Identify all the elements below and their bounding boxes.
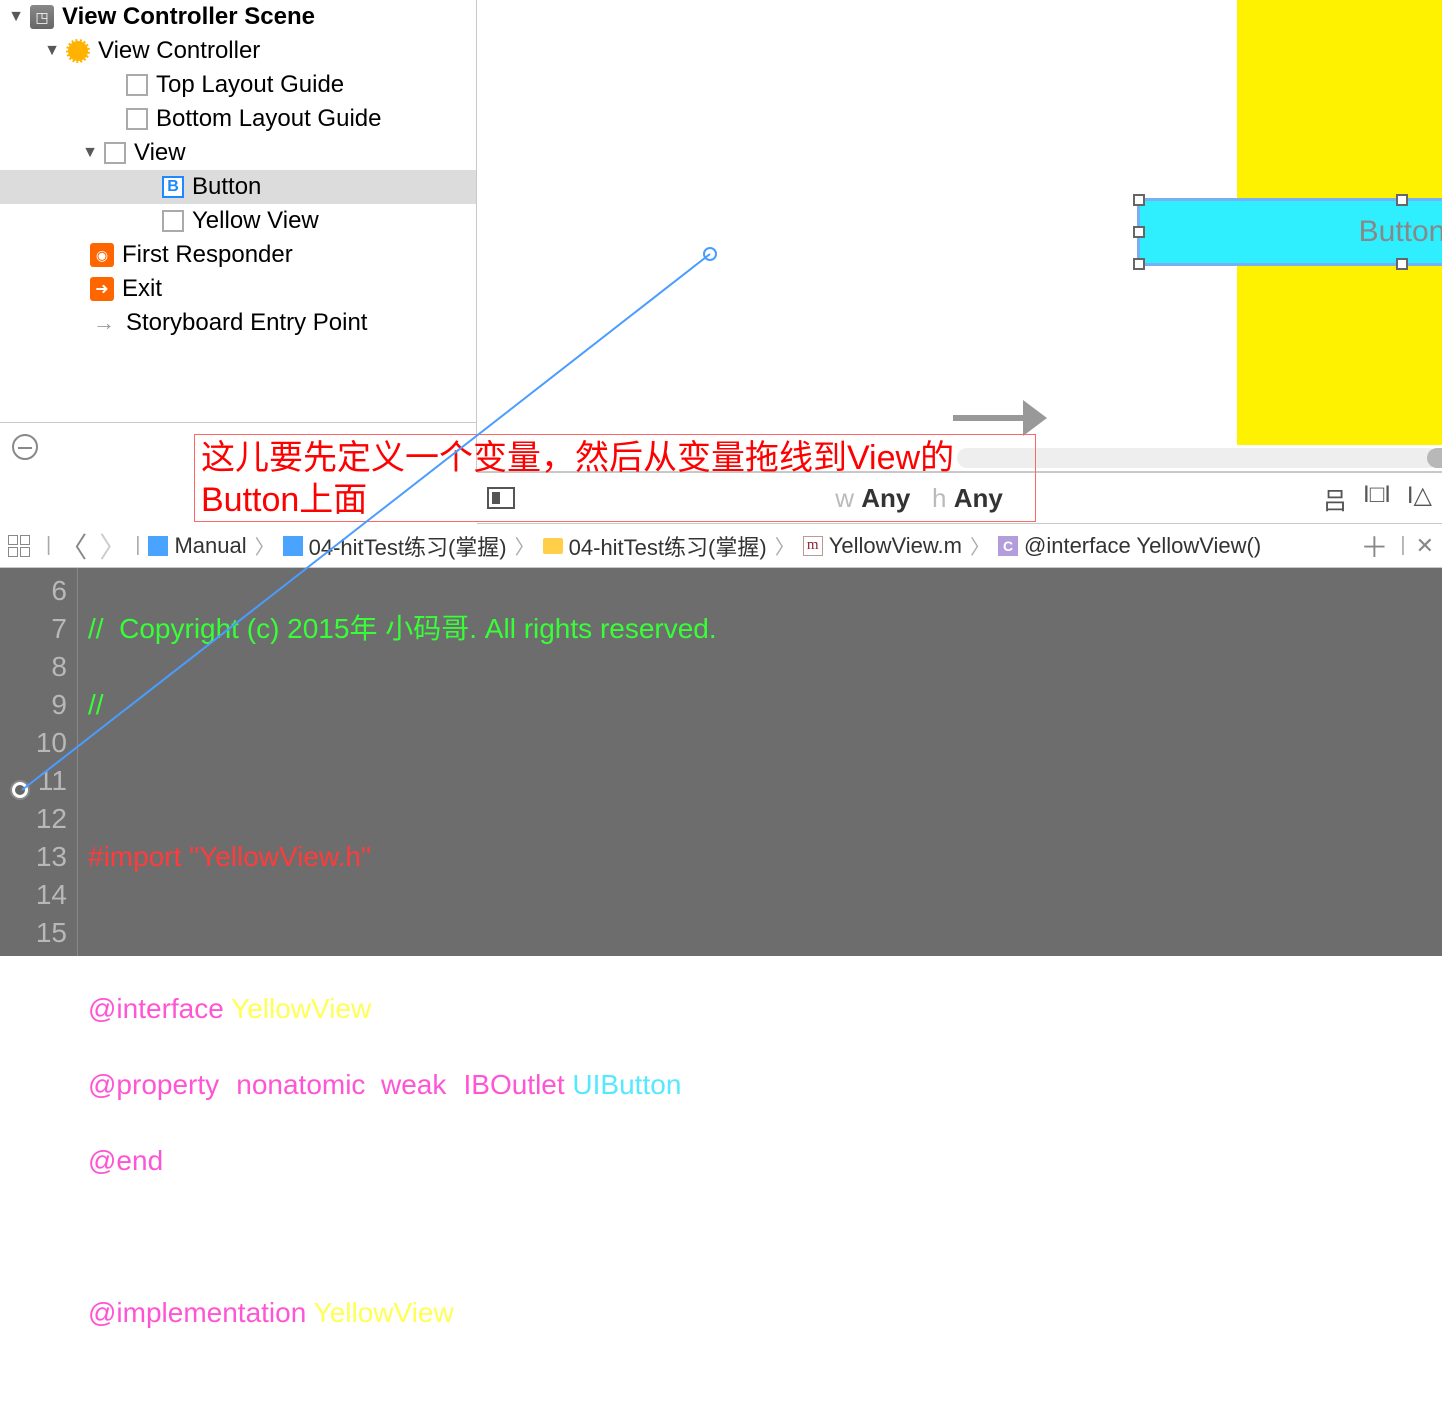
path-folder[interactable]: 04-hitTest练习(掌握) bbox=[537, 530, 773, 562]
interface-builder-canvas[interactable]: Button Button bbox=[477, 0, 1442, 472]
symbol-label: @interface YellowView() bbox=[1024, 533, 1261, 559]
code-body[interactable]: // Copyright (c) 2015年 小码哥. All rights r… bbox=[78, 568, 1442, 956]
bottom-layout-guide-label: Bottom Layout Guide bbox=[156, 105, 381, 133]
viewcontroller-label: View Controller bbox=[98, 37, 260, 65]
yellow-view-label: Yellow View bbox=[192, 207, 319, 235]
yellow-view-row[interactable]: ▼ Yellow View bbox=[0, 204, 476, 238]
first-responder-row[interactable]: ▼ ◉ First Responder bbox=[0, 238, 476, 272]
resize-handle[interactable] bbox=[1133, 194, 1145, 206]
exit-row[interactable]: ▼ ➜ Exit bbox=[0, 272, 476, 306]
document-outline: ▼ ◳ View Controller Scene ▼ View Control… bbox=[0, 0, 477, 470]
layout-guide-icon bbox=[126, 74, 148, 96]
user-annotation: 这儿要先定义一个变量，然后从变量拖线到View的Button上面 bbox=[194, 434, 1036, 522]
canvas-button-label: Button bbox=[1359, 215, 1442, 249]
path-manual[interactable]: Manual bbox=[142, 533, 252, 559]
back-button[interactable]: 〈 bbox=[53, 526, 93, 566]
disclosure-triangle-icon[interactable]: ▼ bbox=[44, 42, 60, 60]
resize-handle[interactable] bbox=[1133, 226, 1145, 238]
view-row[interactable]: ▼ View bbox=[0, 136, 476, 170]
resize-handle[interactable] bbox=[1396, 258, 1408, 270]
path-project[interactable]: 04-hitTest练习(掌握) bbox=[277, 530, 513, 562]
first-responder-label: First Responder bbox=[122, 241, 293, 269]
entry-point-row[interactable]: ▼ → Storyboard Entry Point bbox=[0, 306, 476, 340]
code-editor[interactable]: 678 91011 121314 15 // Copyright (c) 201… bbox=[0, 568, 1442, 956]
entry-arrow-icon bbox=[953, 398, 1053, 438]
viewcontroller-icon bbox=[66, 39, 90, 63]
class-icon: C bbox=[998, 536, 1018, 556]
pin-tool-icon[interactable]: I□I bbox=[1363, 481, 1391, 516]
arrow-icon: → bbox=[90, 309, 118, 337]
close-assistant-button[interactable]: ✕ bbox=[1408, 533, 1442, 559]
project-icon bbox=[283, 536, 303, 556]
top-layout-guide-label: Top Layout Guide bbox=[156, 71, 344, 99]
bottom-layout-guide-row[interactable]: ▼ Bottom Layout Guide bbox=[0, 102, 476, 136]
folder-label: 04-hitTest练习(掌握) bbox=[569, 530, 767, 562]
line-gutter: 678 91011 121314 15 bbox=[0, 568, 78, 956]
project-label: 04-hitTest练习(掌握) bbox=[309, 530, 507, 562]
resize-handle[interactable] bbox=[1396, 194, 1408, 206]
resolve-tool-icon[interactable]: I△ bbox=[1407, 481, 1432, 516]
m-file-icon: m bbox=[803, 536, 823, 556]
button-icon: B bbox=[162, 176, 184, 198]
scrollbar-thumb[interactable] bbox=[1427, 448, 1442, 468]
view-icon bbox=[104, 142, 126, 164]
scene-row[interactable]: ▼ ◳ View Controller Scene bbox=[0, 0, 476, 34]
disclosure-triangle-icon[interactable]: ▼ bbox=[82, 144, 98, 162]
path-file[interactable]: m YellowView.m bbox=[797, 533, 968, 559]
exit-icon: ➜ bbox=[90, 277, 114, 301]
scene-label: View Controller Scene bbox=[62, 3, 315, 31]
jump-bar: | 〈 〉 | Manual 〉 04-hitTest练习(掌握) 〉 04-h… bbox=[0, 524, 1442, 568]
folder-icon bbox=[543, 538, 563, 554]
layout-guide-icon bbox=[126, 108, 148, 130]
view-label: View bbox=[134, 139, 186, 167]
outlet-connection-dot[interactable] bbox=[10, 780, 30, 800]
button-label: Button bbox=[192, 173, 261, 201]
scene-icon: ◳ bbox=[30, 5, 54, 29]
exit-label: Exit bbox=[122, 275, 162, 303]
manual-label: Manual bbox=[174, 533, 246, 559]
file-label: YellowView.m bbox=[829, 533, 962, 559]
resize-handle[interactable] bbox=[1133, 258, 1145, 270]
first-responder-icon: ◉ bbox=[90, 243, 114, 267]
forward-button[interactable]: 〉 bbox=[93, 526, 133, 566]
button-row[interactable]: ▼ B Button bbox=[0, 170, 476, 204]
view-icon bbox=[162, 210, 184, 232]
viewcontroller-row[interactable]: ▼ View Controller bbox=[0, 34, 476, 68]
top-layout-guide-row[interactable]: ▼ Top Layout Guide bbox=[0, 68, 476, 102]
entry-point-label: Storyboard Entry Point bbox=[126, 309, 367, 337]
filter-icon[interactable] bbox=[12, 434, 38, 460]
align-tool-icon[interactable]: 吕 bbox=[1323, 481, 1347, 516]
path-symbol[interactable]: C @interface YellowView() bbox=[992, 533, 1267, 559]
manual-icon bbox=[148, 536, 168, 556]
add-assistant-button[interactable]: ＋ bbox=[1350, 526, 1398, 566]
related-items-icon[interactable] bbox=[8, 535, 36, 557]
disclosure-triangle-icon[interactable]: ▼ bbox=[8, 8, 24, 26]
canvas-button[interactable]: Button bbox=[1137, 198, 1442, 266]
